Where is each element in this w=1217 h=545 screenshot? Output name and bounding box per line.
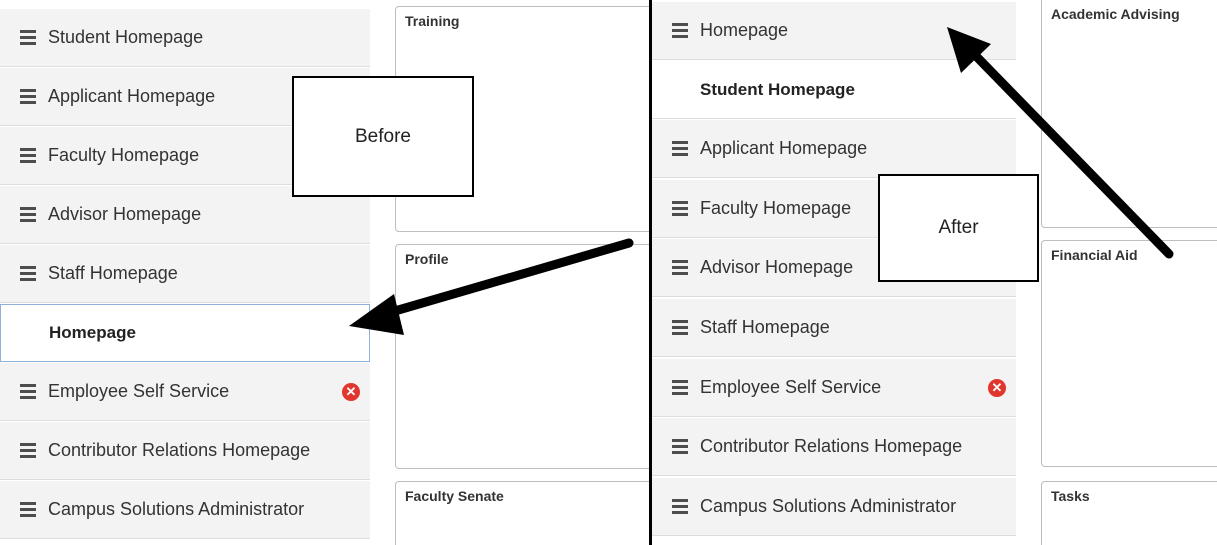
list-item-homepage[interactable]: Homepage [0, 304, 370, 362]
before-panel: Student Homepage Applicant Homepage Facu… [0, 0, 649, 545]
list-item-employee-self-service[interactable]: Employee Self Service ✕ [0, 363, 370, 421]
list-item-label: Faculty Homepage [700, 198, 852, 218]
list-item-label: Faculty Homepage [48, 145, 200, 165]
list-item-label: Contributor Relations Homepage [48, 440, 311, 460]
list-item-label: Contributor Relations Homepage [700, 436, 963, 456]
list-item-homepage[interactable]: Homepage [652, 2, 1016, 60]
list-item-label: Homepage [700, 20, 789, 40]
callout-label: After [938, 217, 979, 238]
drag-handle-icon[interactable] [652, 260, 700, 275]
drag-handle-icon[interactable] [652, 439, 700, 454]
drag-handle-icon[interactable] [0, 502, 48, 517]
after-panel: Homepage Student Homepage Applicant Home… [652, 0, 1217, 545]
list-item-student-homepage[interactable]: Student Homepage [652, 61, 1016, 119]
tile-title: Profile [405, 251, 449, 267]
drag-handle-icon[interactable] [0, 207, 48, 222]
list-item-applicant-homepage[interactable]: Applicant Homepage [652, 120, 1016, 178]
list-item-label: Employee Self Service [700, 377, 882, 397]
tile-financial-aid[interactable]: Financial Aid [1041, 240, 1217, 467]
tile-title: Academic Advising [1051, 6, 1180, 22]
tile-title: Training [405, 13, 460, 29]
list-item-campus-solutions-administrator[interactable]: Campus Solutions Administrator [0, 481, 370, 539]
tile-faculty-senate[interactable]: Faculty Senate [395, 481, 649, 545]
list-item-staff-homepage[interactable]: Staff Homepage [652, 299, 1016, 357]
tile-title: Faculty Senate [405, 488, 504, 504]
list-item-label: Staff Homepage [48, 263, 178, 283]
delete-circle-icon[interactable]: ✕ [342, 382, 360, 401]
list-item-label: Student Homepage [48, 27, 204, 47]
tile-title: Financial Aid [1051, 247, 1138, 263]
after-callout: After [878, 174, 1039, 282]
list-item-student-homepage[interactable]: Student Homepage [0, 9, 370, 67]
drag-handle-icon[interactable] [652, 23, 700, 38]
list-item-label: Student Homepage [700, 79, 855, 99]
list-item-staff-homepage[interactable]: Staff Homepage [0, 245, 370, 303]
list-item-contributor-relations-homepage[interactable]: Contributor Relations Homepage [0, 422, 370, 480]
drag-handle-icon[interactable] [652, 201, 700, 216]
list-item-label: Employee Self Service [48, 381, 230, 401]
before-callout: Before [292, 76, 474, 197]
list-item-employee-self-service[interactable]: Employee Self Service ✕ [652, 359, 1016, 417]
delete-circle-icon[interactable]: ✕ [988, 378, 1006, 397]
drag-handle-icon[interactable] [652, 380, 700, 395]
drag-handle-icon[interactable] [0, 443, 48, 458]
list-item-label: Advisor Homepage [700, 257, 854, 277]
list-item-label: Homepage [49, 323, 136, 342]
list-item-campus-solutions-administrator[interactable]: Campus Solutions Administrator [652, 478, 1016, 536]
drag-handle-icon[interactable] [0, 148, 48, 163]
callout-label: Before [355, 125, 411, 147]
list-item-label: Staff Homepage [700, 317, 830, 337]
list-item-label: Applicant Homepage [700, 138, 868, 158]
drag-handle-icon[interactable] [0, 266, 48, 281]
list-item-label: Applicant Homepage [48, 86, 216, 106]
drag-handle-icon[interactable] [652, 499, 700, 514]
tile-academic-advising[interactable]: Academic Advising [1041, 0, 1217, 228]
drag-handle-icon[interactable] [0, 384, 48, 399]
drag-handle-icon[interactable] [652, 320, 700, 335]
tile-tasks[interactable]: Tasks [1041, 481, 1217, 545]
list-item-label: Campus Solutions Administrator [48, 499, 305, 519]
drag-handle-icon[interactable] [0, 30, 48, 45]
tile-title: Tasks [1051, 488, 1090, 504]
list-item-contributor-relations-homepage[interactable]: Contributor Relations Homepage [652, 418, 1016, 476]
drag-handle-icon[interactable] [0, 89, 48, 104]
list-item-label: Advisor Homepage [48, 204, 202, 224]
tile-profile[interactable]: Profile [395, 244, 649, 469]
drag-handle-icon[interactable] [652, 141, 700, 156]
list-item-label: Campus Solutions Administrator [700, 496, 957, 516]
